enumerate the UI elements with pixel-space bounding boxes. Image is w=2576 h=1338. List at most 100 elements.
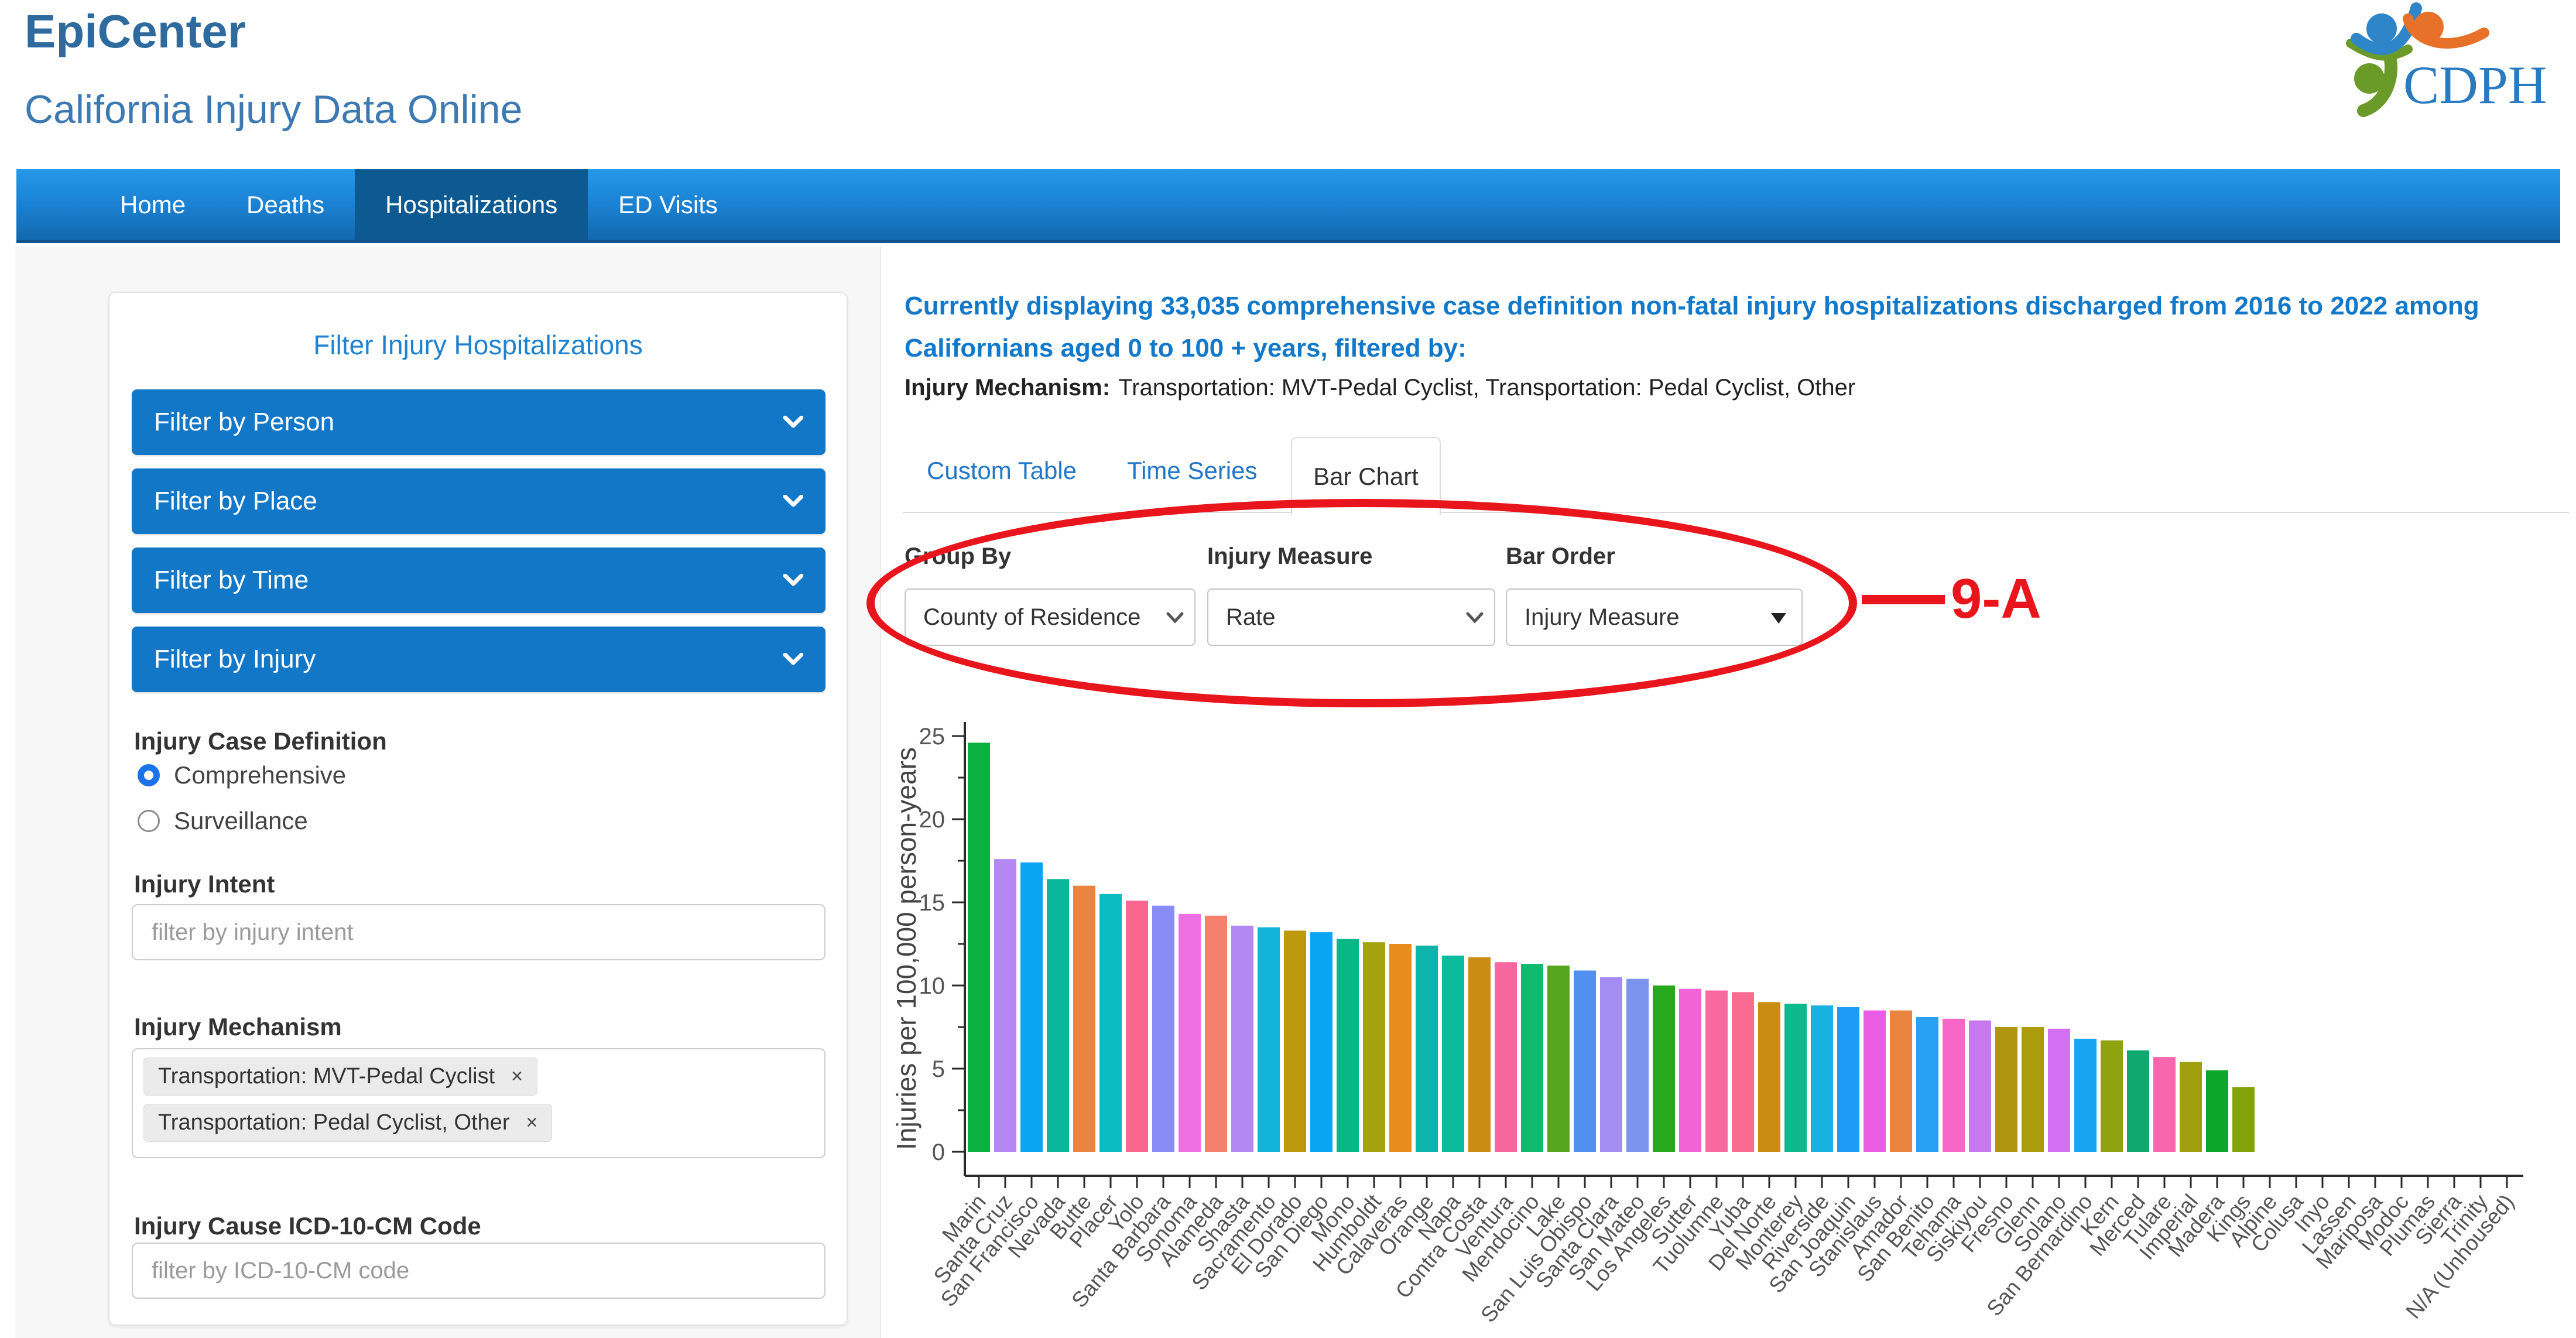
filter-summary-label: Injury Mechanism:: [905, 375, 1111, 401]
bar[interactable]: [1205, 915, 1227, 1152]
bar[interactable]: [1073, 885, 1095, 1152]
bar[interactable]: [2180, 1062, 2202, 1152]
bar[interactable]: [2127, 1050, 2149, 1152]
accordion-filter-by-time[interactable]: Filter by Time: [132, 547, 825, 613]
bar[interactable]: [2153, 1057, 2176, 1152]
injury-rate-bar-chart[interactable]: 0 5 10 15 20 25Injuries per 100,000 person-ye…: [866, 706, 2576, 1338]
chevron-down-icon: [1166, 612, 1184, 624]
chevron-down-icon: [1466, 612, 1484, 624]
bar[interactable]: [1521, 964, 1543, 1152]
bar[interactable]: [1152, 905, 1174, 1152]
epicenter-page: EpiCenter California Injury Data Online …: [0, 0, 2576, 1338]
accordion-label: Filter by Place: [154, 487, 317, 515]
bar[interactable]: [1732, 992, 1754, 1152]
group-by-select[interactable]: County of Residence: [905, 588, 1195, 646]
radio-selected-icon[interactable]: [138, 764, 160, 786]
icd-code-input[interactable]: [132, 1243, 825, 1299]
accordion-filter-by-person[interactable]: Filter by Person: [132, 389, 825, 455]
bar[interactable]: [1679, 988, 1701, 1152]
bar[interactable]: [1943, 1018, 1965, 1152]
bar[interactable]: [994, 859, 1016, 1152]
nav-item-ed-visits[interactable]: ED Visits: [588, 169, 748, 240]
bar[interactable]: [1099, 894, 1122, 1152]
injury-mechanism-heading: Injury Mechanism: [134, 1013, 342, 1041]
injury-measure-label: Injury Measure: [1207, 543, 1373, 569]
tab-custom-table[interactable]: Custom Table: [927, 457, 1077, 485]
y-tick-label: 0: [932, 1139, 945, 1165]
bar[interactable]: [1442, 955, 1464, 1152]
cdph-logo: CDPH: [2346, 2, 2547, 117]
bar[interactable]: [1310, 932, 1332, 1152]
injury-cause-heading: Injury Cause ICD-10-CM Code: [134, 1212, 481, 1240]
bar[interactable]: [1047, 879, 1069, 1152]
bar[interactable]: [1574, 970, 1596, 1152]
bar[interactable]: [1389, 944, 1412, 1152]
bar[interactable]: [1995, 1027, 2017, 1152]
bar[interactable]: [1916, 1017, 1938, 1152]
filter-summary-line: Injury Mechanism: Transportation: MVT-Ped…: [905, 375, 1855, 401]
bar[interactable]: [2074, 1038, 2097, 1152]
bar[interactable]: [1547, 965, 1570, 1152]
bar[interactable]: [1231, 925, 1253, 1152]
nav-item-deaths[interactable]: Deaths: [216, 169, 355, 240]
summary-text: Currently displaying 33,035 comprehensiv…: [905, 292, 2479, 362]
bar[interactable]: [968, 742, 990, 1152]
bar[interactable]: [1890, 1010, 1912, 1152]
injury-intent-input[interactable]: [132, 904, 825, 960]
remove-tag-icon[interactable]: ×: [526, 1111, 538, 1134]
main-nav: Home Deaths Hospitalizations ED Visits: [16, 169, 2560, 243]
bar[interactable]: [1284, 930, 1306, 1152]
group-by-value: County of Residence: [923, 604, 1141, 630]
bar[interactable]: [1020, 862, 1043, 1152]
injury-intent-heading: Injury Intent: [134, 870, 275, 898]
bar[interactable]: [1811, 1005, 1833, 1152]
injury-measure-select[interactable]: Rate: [1207, 588, 1495, 646]
bar[interactable]: [1837, 1007, 1859, 1152]
tab-bar-chart[interactable]: Bar Chart: [1291, 437, 1441, 515]
nav-item-hospitalizations[interactable]: Hospitalizations: [355, 169, 588, 240]
radio-label: Comprehensive: [174, 761, 347, 789]
bar[interactable]: [1363, 942, 1385, 1152]
bar[interactable]: [2206, 1070, 2228, 1152]
bar[interactable]: [1653, 985, 1675, 1152]
bar[interactable]: [1126, 901, 1148, 1152]
bar[interactable]: [1626, 978, 1649, 1152]
bar[interactable]: [1416, 945, 1438, 1152]
y-tick-label: 25: [919, 724, 946, 750]
bar[interactable]: [1468, 957, 1491, 1152]
bar[interactable]: [1495, 962, 1517, 1152]
bar[interactable]: [1258, 927, 1280, 1152]
mechanism-tag: Transportation: MVT-Pedal Cyclist ×: [143, 1058, 537, 1096]
bar-order-select[interactable]: Injury Measure: [1506, 588, 1803, 646]
accordion-filter-by-place[interactable]: Filter by Place: [132, 468, 825, 534]
bar[interactable]: [1179, 913, 1201, 1152]
radio-unselected-icon[interactable]: [138, 810, 160, 832]
injury-case-definition-heading: Injury Case Definition: [134, 727, 387, 755]
chevron-down-icon: [783, 574, 803, 586]
bar[interactable]: [1600, 977, 1622, 1152]
bar[interactable]: [2101, 1040, 2123, 1152]
bar[interactable]: [1705, 990, 1728, 1152]
bar[interactable]: [1969, 1020, 1991, 1152]
accordion-filter-by-injury[interactable]: Filter by Injury: [132, 627, 825, 692]
y-tick-label: 5: [932, 1056, 945, 1082]
accordion-label: Filter by Injury: [154, 645, 316, 673]
bar-order-value: Injury Measure: [1525, 604, 1680, 630]
radio-comprehensive[interactable]: Comprehensive: [138, 761, 346, 789]
filter-summary-value: Transportation: MVT-Pedal Cyclist, Trans…: [1118, 375, 1856, 401]
tabs-underline: [903, 512, 2569, 513]
radio-surveillance[interactable]: Surveillance: [138, 807, 308, 835]
bar[interactable]: [2232, 1087, 2255, 1152]
bar[interactable]: [1337, 939, 1359, 1152]
bar[interactable]: [2022, 1027, 2044, 1152]
tab-time-series[interactable]: Time Series: [1127, 457, 1258, 485]
injury-mechanism-multiselect[interactable]: Transportation: MVT-Pedal Cyclist × Tran…: [132, 1048, 825, 1158]
nav-item-home[interactable]: Home: [90, 169, 216, 240]
bar[interactable]: [2048, 1028, 2070, 1152]
bar[interactable]: [1864, 1010, 1886, 1152]
bar[interactable]: [1784, 1004, 1807, 1152]
bar[interactable]: [1758, 1002, 1780, 1152]
group-by-label: Group By: [905, 543, 1012, 569]
annotation-label: 9-A: [1951, 567, 2041, 630]
remove-tag-icon[interactable]: ×: [511, 1065, 523, 1088]
